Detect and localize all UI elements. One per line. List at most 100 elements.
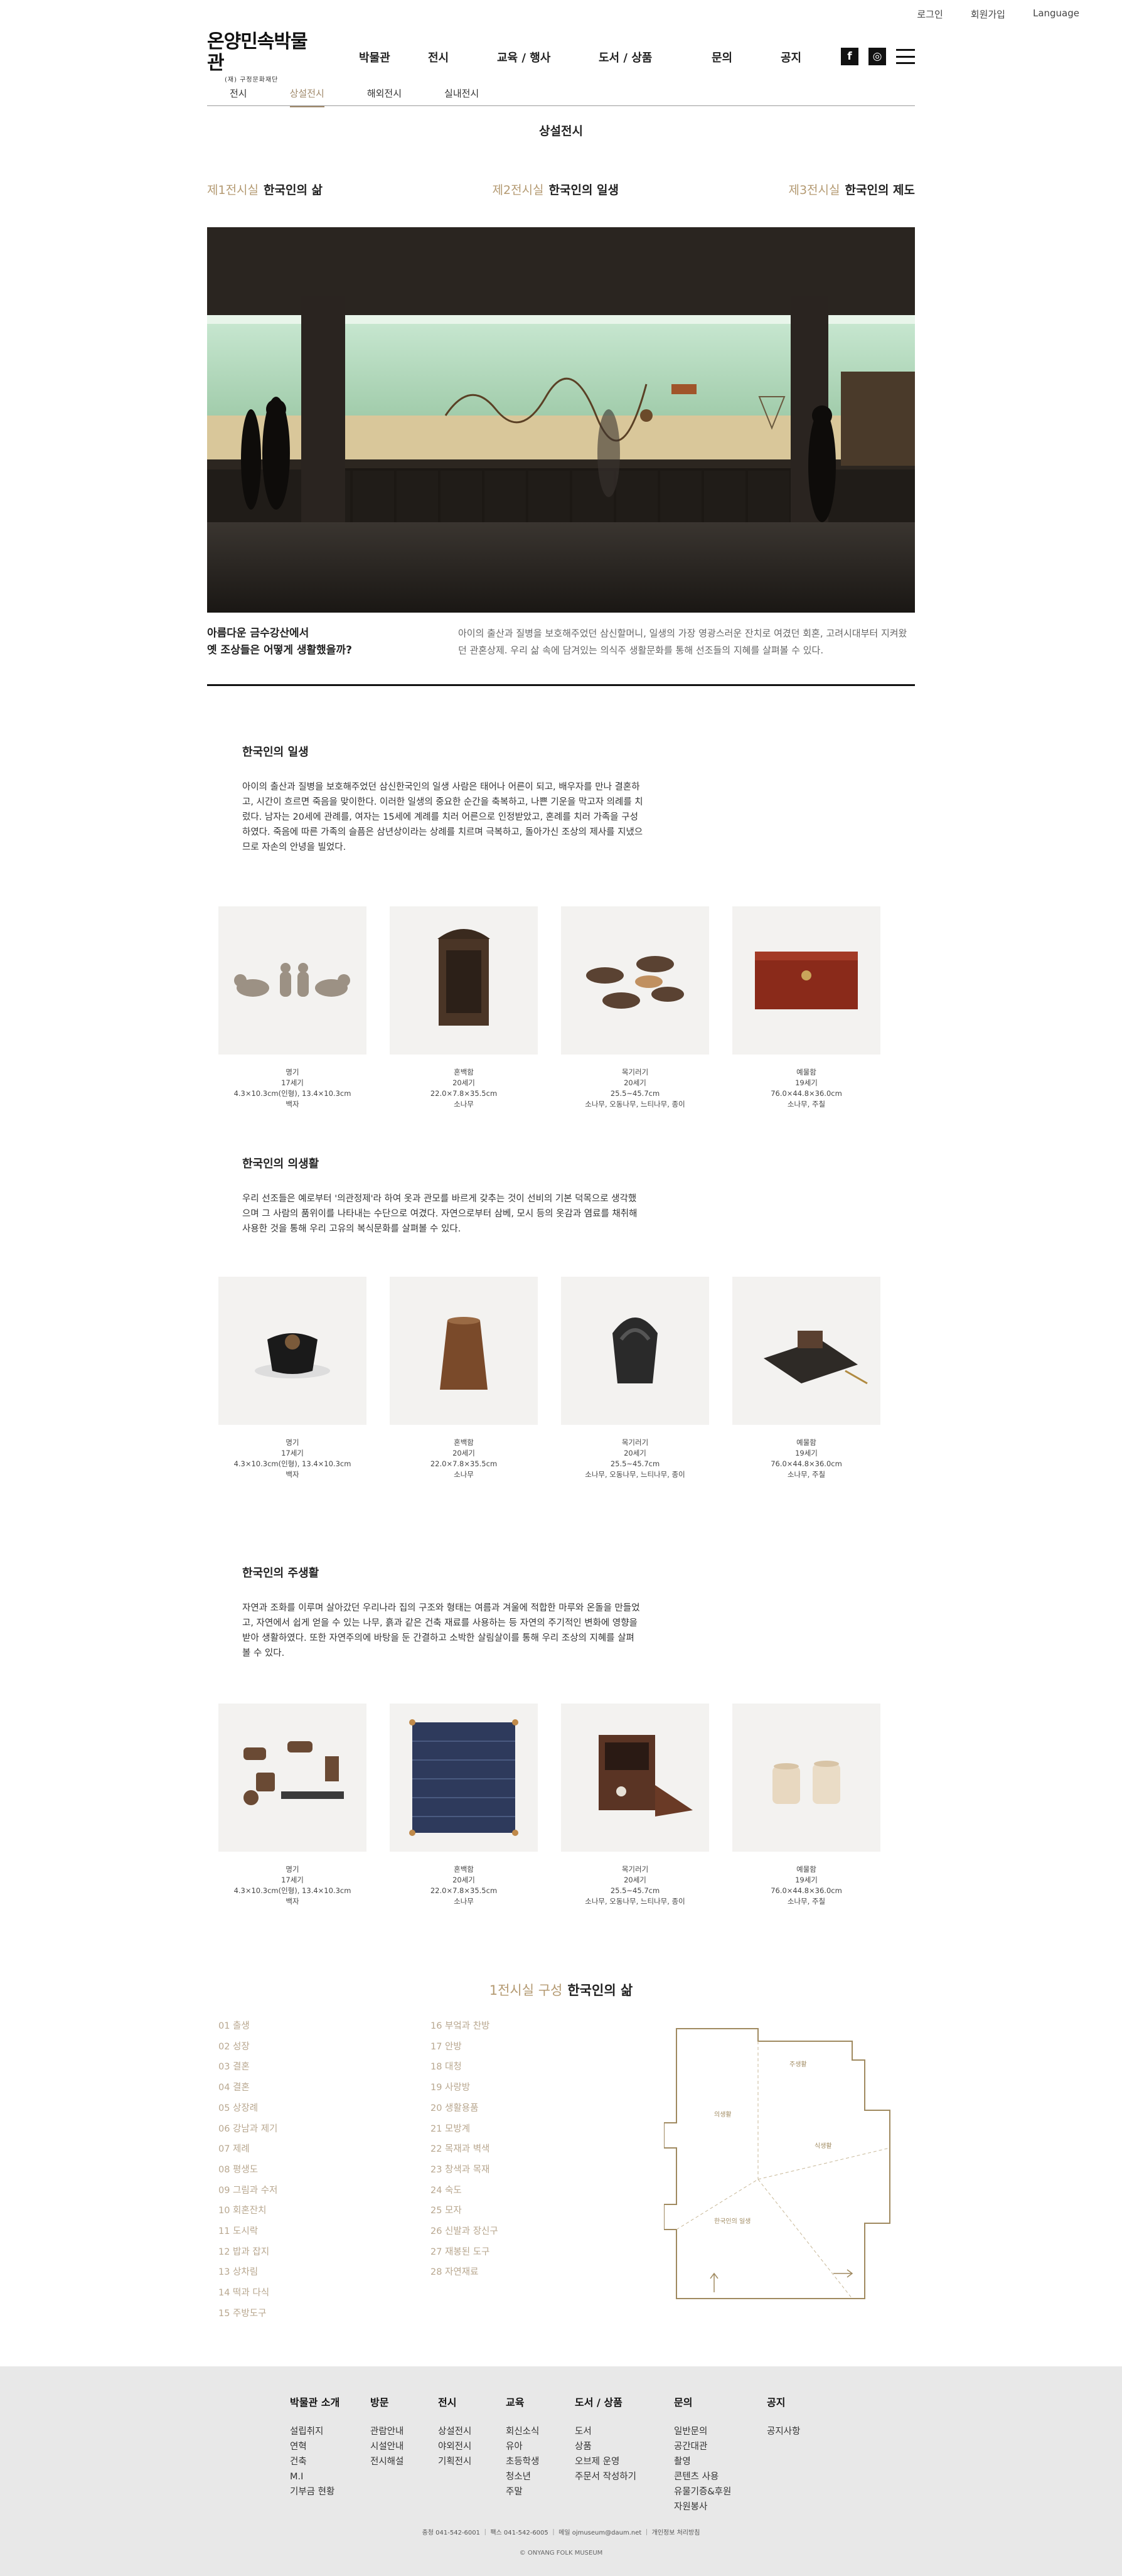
composition-item[interactable]: 06 강남과 제기 (218, 2119, 277, 2140)
footer-link[interactable]: 도서 (575, 2424, 674, 2439)
footer-column-heading[interactable]: 박물관 소개 (290, 2394, 370, 2409)
artifact-card[interactable]: 예물함 19세기 76.0×44.8×36.0cm 소나무, 주칠 (732, 1277, 880, 1480)
instagram-icon[interactable]: ◎ (868, 48, 886, 65)
footer-link[interactable]: 건축 (290, 2454, 370, 2469)
footer-column-heading[interactable]: 공지 (767, 2394, 817, 2409)
composition-item[interactable]: 13 상차림 (218, 2262, 277, 2283)
hall-tab-3[interactable]: 제3전시실 한국인의 제도 (788, 181, 915, 198)
composition-item[interactable]: 25 모자 (430, 2201, 498, 2221)
footer-link[interactable]: 콘텐츠 사용 (674, 2469, 767, 2484)
composition-item[interactable]: 18 대청 (430, 2057, 498, 2078)
footer-link[interactable]: 전시해설 (370, 2454, 438, 2469)
footer-link[interactable]: 기부금 현황 (290, 2484, 370, 2499)
composition-item[interactable]: 03 결혼 (218, 2057, 277, 2078)
facebook-icon[interactable]: f (841, 48, 858, 65)
nav-inquiry[interactable]: 문의 (712, 49, 781, 65)
composition-item[interactable]: 23 창색과 목재 (430, 2160, 498, 2181)
composition-item[interactable]: 17 안방 (430, 2037, 498, 2058)
subnav-indoor[interactable]: 실내전시 (444, 87, 479, 107)
footer-link[interactable]: 일반문의 (674, 2424, 767, 2439)
footer-link[interactable]: 주문서 작성하기 (575, 2469, 674, 2484)
artifact-card[interactable]: 목기러기 20세기 25.5~45.7cm 소나무, 오동나무, 느티나무, 종이 (561, 1704, 709, 1907)
footer-link[interactable]: 유물기증&후원 (674, 2484, 767, 2499)
composition-item[interactable]: 05 상장례 (218, 2098, 277, 2119)
footer-link[interactable]: 촬영 (674, 2454, 767, 2469)
artifact-image (561, 906, 709, 1055)
composition-item[interactable]: 21 모방계 (430, 2119, 498, 2140)
artifact-card[interactable]: 혼백함 20세기 22.0×7.8×35.5cm 소나무 (390, 906, 538, 1110)
composition-item[interactable]: 14 떡과 다식 (218, 2283, 277, 2304)
signup-link[interactable]: 회원가입 (971, 8, 1005, 21)
footer-link[interactable]: 연혁 (290, 2439, 370, 2454)
composition-item[interactable]: 26 신발과 장신구 (430, 2221, 498, 2242)
footer-link[interactable]: 설립취지 (290, 2424, 370, 2439)
artifact-card[interactable]: 명기 17세기 4.3×10.3cm(인형), 13.4×10.3cm 백자 (218, 1704, 366, 1907)
footer-link[interactable]: 주말 (506, 2484, 575, 2499)
footer-column-heading[interactable]: 도서 / 상품 (575, 2394, 674, 2409)
composition-item[interactable]: 20 생활용품 (430, 2098, 498, 2119)
footer-link[interactable]: 기획전시 (438, 2454, 506, 2469)
composition-item[interactable]: 15 주방도구 (218, 2304, 277, 2324)
artifact-card[interactable]: 혼백함 20세기 22.0×7.8×35.5cm 소나무 (390, 1704, 538, 1907)
hall-tab-2[interactable]: 제2전시실 한국인의 일생 (493, 181, 619, 198)
nav-books[interactable]: 도서 / 상품 (599, 49, 712, 65)
footer-link[interactable]: 상설전시 (438, 2424, 506, 2439)
hamburger-menu-icon[interactable] (896, 49, 915, 64)
footer-link[interactable]: 관람안내 (370, 2424, 438, 2439)
composition-item[interactable]: 11 도시락 (218, 2221, 277, 2242)
footer-link[interactable]: 오브제 운영 (575, 2454, 674, 2469)
composition-item[interactable]: 16 부엌과 찬방 (430, 2016, 498, 2037)
footer-link[interactable]: 시설안내 (370, 2439, 438, 2454)
footer-column-heading[interactable]: 방문 (370, 2394, 438, 2409)
museum-logo[interactable]: 온양민속박물관 (재) 구정문화재단 (207, 31, 314, 83)
hall-tab-1[interactable]: 제1전시실 한국인의 삶 (207, 181, 323, 198)
floor-label-housing: 주생활 (789, 2060, 807, 2068)
artifact-card[interactable]: 혼백함 20세기 22.0×7.8×35.5cm 소나무 (390, 1277, 538, 1480)
login-link[interactable]: 로그인 (917, 8, 943, 21)
composition-item[interactable]: 07 제례 (218, 2139, 277, 2160)
footer-link[interactable]: 초등학생 (506, 2454, 575, 2469)
artifact-grid-housing: 명기 17세기 4.3×10.3cm(인형), 13.4×10.3cm 백자 혼백함 2… (218, 1704, 880, 1907)
artifact-card[interactable]: 예물함 19세기 76.0×44.8×36.0cm 소나무, 주칠 (732, 1704, 880, 1907)
composition-item[interactable]: 27 재봉된 도구 (430, 2242, 498, 2263)
footer-link[interactable]: 청소년 (506, 2469, 575, 2484)
artifact-card[interactable]: 목기러기 20세기 25.5~45.7cm 소나무, 오동나무, 느티나무, 종이 (561, 906, 709, 1110)
artifact-card[interactable]: 명기 17세기 4.3×10.3cm(인형), 13.4×10.3cm 백자 (218, 1277, 366, 1480)
subnav-permanent[interactable]: 상설전시 (289, 87, 324, 107)
composition-item[interactable]: 10 회혼잔치 (218, 2201, 277, 2221)
nav-education[interactable]: 교육 / 행사 (497, 49, 599, 65)
composition-item[interactable]: 28 자연재료 (430, 2262, 498, 2283)
footer-link[interactable]: 공간대관 (674, 2439, 767, 2454)
site-header: 온양민속박물관 (재) 구정문화재단 박물관 전시 교육 / 행사 도서 / 상… (207, 31, 915, 83)
footer-link[interactable]: 유아 (506, 2439, 575, 2454)
footer-column-heading[interactable]: 교육 (506, 2394, 575, 2409)
footer-link[interactable]: 자원봉사 (674, 2499, 767, 2514)
artifact-card[interactable]: 예물함 19세기 76.0×44.8×36.0cm 소나무, 주칠 (732, 906, 880, 1110)
subnav-overseas[interactable]: 해외전시 (367, 87, 402, 107)
nav-notice[interactable]: 공지 (781, 49, 825, 65)
footer-link[interactable]: 상품 (575, 2439, 674, 2454)
artifact-card[interactable]: 명기 17세기 4.3×10.3cm(인형), 13.4×10.3cm 백자 (218, 906, 366, 1110)
composition-item[interactable]: 19 사랑방 (430, 2078, 498, 2098)
artifact-card[interactable]: 목기러기 20세기 25.5~45.7cm 소나무, 오동나무, 느티나무, 종이 (561, 1277, 709, 1480)
subnav-exhibition[interactable]: 전시 (230, 87, 247, 107)
footer-column-heading[interactable]: 전시 (438, 2394, 506, 2409)
footer-link[interactable]: M.I (290, 2469, 370, 2484)
footer-link[interactable]: 공지사항 (767, 2424, 817, 2439)
nav-exhibition[interactable]: 전시 (428, 49, 497, 65)
gallery-hero-image (207, 227, 915, 613)
footer-column-heading[interactable]: 문의 (674, 2394, 767, 2409)
composition-item[interactable]: 09 그림과 수저 (218, 2181, 277, 2201)
composition-item[interactable]: 12 밥과 잡지 (218, 2242, 277, 2263)
composition-item[interactable]: 24 숙도 (430, 2181, 498, 2201)
footer-link[interactable]: 야외전시 (438, 2439, 506, 2454)
composition-item[interactable]: 02 성장 (218, 2037, 277, 2058)
composition-item[interactable]: 01 출생 (218, 2016, 277, 2037)
nav-museum[interactable]: 박물관 (359, 49, 428, 65)
language-link[interactable]: Language (1033, 8, 1079, 21)
footer-link[interactable]: 회신소식 (506, 2424, 575, 2439)
composition-item[interactable]: 08 평생도 (218, 2160, 277, 2181)
composition-item[interactable]: 04 결혼 (218, 2078, 277, 2098)
artifact-image (218, 906, 366, 1055)
composition-item[interactable]: 22 목재과 벽색 (430, 2139, 498, 2160)
